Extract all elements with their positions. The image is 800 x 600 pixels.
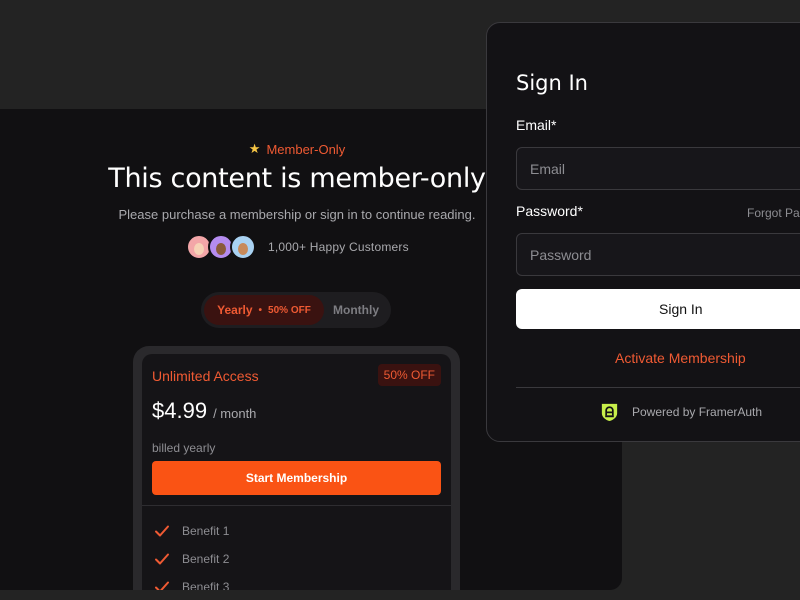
badge-label: Member-Only <box>266 141 346 157</box>
list-item: Benefit 2 <box>154 545 229 573</box>
toggle-discount: 50% OFF <box>268 304 311 316</box>
list-item: Benefit 1 <box>154 517 229 545</box>
benefit-label: Benefit 2 <box>182 552 230 566</box>
password-field[interactable] <box>516 233 800 276</box>
plan-title: Unlimited Access <box>152 368 259 384</box>
plan-price: $4.99 <box>152 398 208 423</box>
plan-card-inner: Unlimited Access 50% OFF $4.99 / month b… <box>142 354 451 590</box>
toggle-yearly[interactable]: Yearly • 50% OFF <box>204 295 324 325</box>
password-label: Password* <box>516 203 583 219</box>
avatar-group <box>186 234 256 260</box>
powered-by: Powered by FramerAuth <box>599 401 762 422</box>
plan-card: Unlimited Access 50% OFF $4.99 / month b… <box>133 346 460 590</box>
check-icon <box>155 553 169 565</box>
avatar <box>230 234 256 260</box>
check-icon <box>155 525 169 537</box>
toggle-yearly-label: Yearly <box>217 303 253 317</box>
signin-panel: Sign In Email* Password* Forgot Pa Sign … <box>486 22 800 442</box>
powered-by-text: Powered by FramerAuth <box>632 404 763 419</box>
email-field[interactable] <box>516 147 800 190</box>
divider <box>516 387 800 388</box>
discount-badge: 50% OFF <box>377 364 441 386</box>
signin-title: Sign In <box>516 71 588 95</box>
forgot-password-link[interactable]: Forgot Pa <box>747 206 800 220</box>
toggle-monthly[interactable]: Monthly <box>324 303 388 317</box>
price-row: $4.99 / month <box>152 398 256 424</box>
list-item: Benefit 3 <box>154 573 229 590</box>
divider <box>142 505 451 506</box>
shield-icon <box>601 403 618 422</box>
email-label: Email* <box>516 117 557 133</box>
benefit-label: Benefit 1 <box>182 524 230 538</box>
sign-in-button[interactable]: Sign In <box>516 289 800 329</box>
check-icon <box>155 581 169 590</box>
plan-period: / month <box>213 406 257 421</box>
activate-membership-link[interactable]: Activate Membership <box>516 350 800 366</box>
benefit-label: Benefit 3 <box>182 580 230 590</box>
benefits-list: Benefit 1 Benefit 2 Benefit 3 <box>154 517 229 590</box>
separator-dot: • <box>258 304 263 316</box>
customers-row: 1,000+ Happy Customers <box>186 234 409 260</box>
star-icon: ★ <box>248 141 261 156</box>
start-membership-button[interactable]: Start Membership <box>152 461 441 495</box>
customers-count: 1,000+ Happy Customers <box>268 240 409 254</box>
billing-note: billed yearly <box>152 441 216 455</box>
billing-toggle[interactable]: Yearly • 50% OFF Monthly <box>201 292 391 328</box>
